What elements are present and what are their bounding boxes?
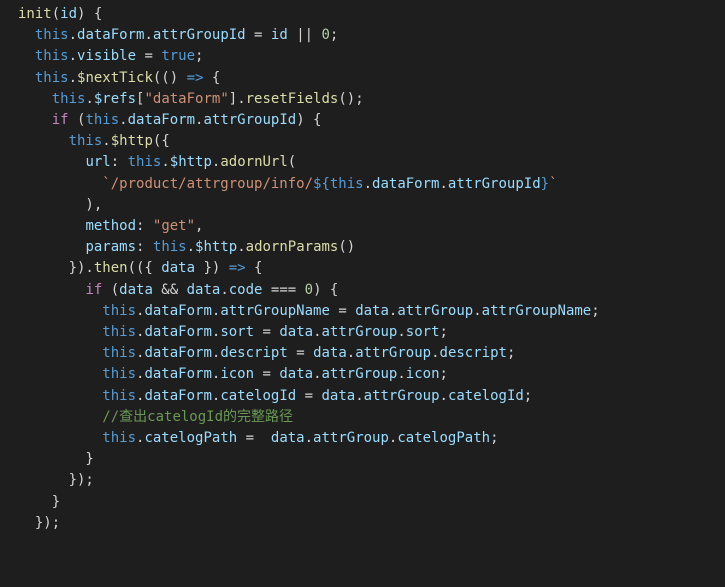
init-fn: init [18,6,52,22]
comment: //查出catelogId的完整路径 [102,409,293,425]
code-block: init(id) { this.dataForm.attrGroupId = i… [0,0,725,534]
